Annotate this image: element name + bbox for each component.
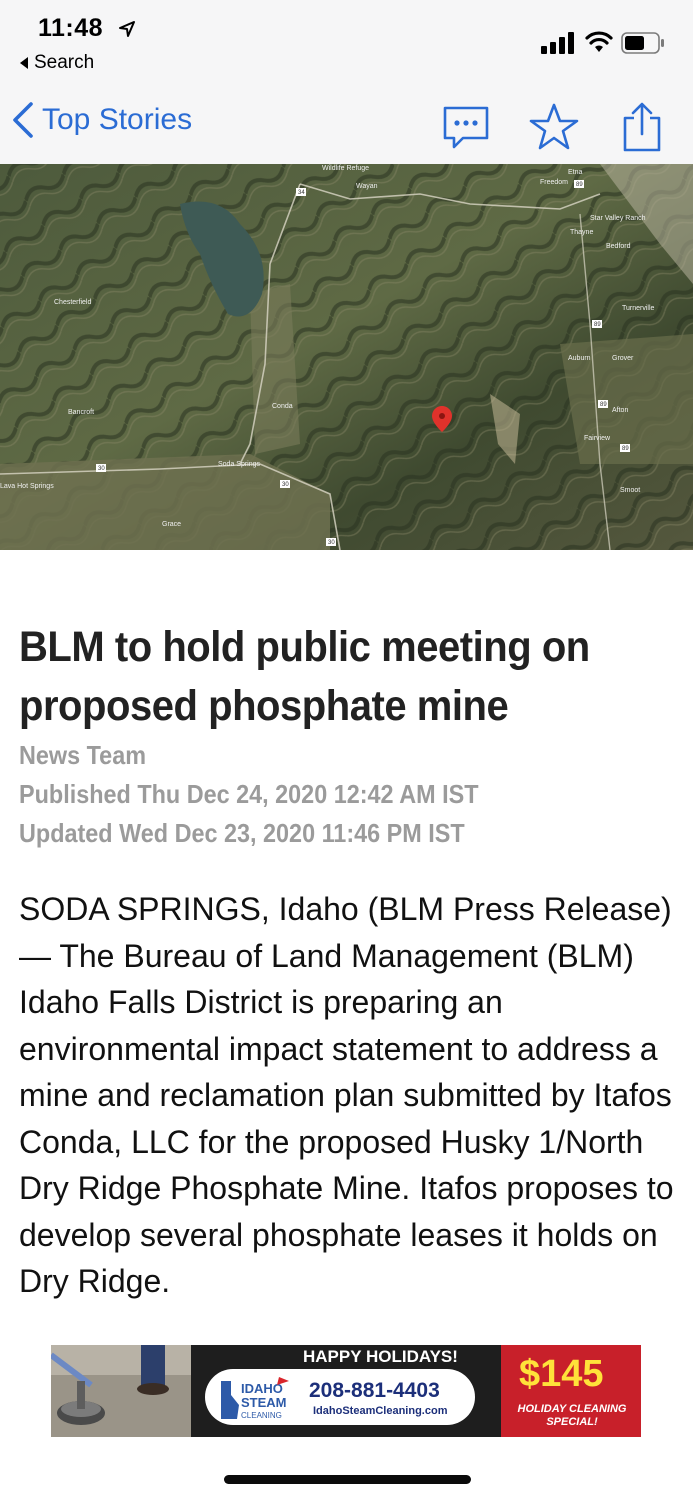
article-published: Published Thu Dec 24, 2020 12:42 AM IST	[19, 779, 479, 809]
advertisement-banner[interactable]: HAPPY HOLIDAYS! IDAHO STEAM CLEANING 208…	[51, 1345, 641, 1437]
map-label: Bedford	[606, 243, 631, 250]
ad-offer-line1: HOLIDAY CLEANING	[517, 1403, 627, 1415]
map-label: Lava Hot Springs	[0, 483, 54, 490]
wifi-icon	[585, 31, 613, 52]
map-label: Soda Springs	[218, 461, 261, 468]
map-label: Smoot	[620, 487, 640, 494]
map-label: Conda	[272, 403, 293, 410]
ad-offer-line2: SPECIAL!	[546, 1416, 598, 1428]
chevron-left-icon	[13, 102, 33, 138]
ad-price: $145	[519, 1353, 604, 1395]
ad-url: IdahoSteamCleaning.com	[313, 1405, 448, 1417]
back-button[interactable]: Top Stories	[10, 100, 192, 140]
idaho-steam-cleaning-logo: IDAHO STEAM CLEANING	[221, 1377, 289, 1420]
map-label: Chesterfield	[54, 299, 91, 306]
map-label: Afton	[612, 407, 628, 414]
map-label: Etna	[568, 169, 583, 176]
back-to-app-label: Search	[34, 52, 95, 73]
ad-headline: HAPPY HOLIDAYS!	[303, 1347, 458, 1366]
location-arrow-icon	[119, 21, 135, 37]
battery-icon	[621, 32, 664, 54]
article-author: News Team	[19, 740, 147, 770]
svg-text:CLEANING: CLEANING	[241, 1411, 282, 1420]
road-number: 89	[594, 322, 601, 328]
map-label: Grace	[162, 521, 181, 528]
road-number: 34	[298, 190, 305, 196]
road-number: 89	[622, 446, 629, 452]
status-bar: 11:48 Search	[0, 0, 693, 80]
share-icon[interactable]	[617, 102, 667, 152]
navigation-bar: Top Stories	[0, 80, 693, 165]
road-number: 89	[576, 182, 583, 188]
road-number: 89	[600, 402, 607, 408]
comment-icon[interactable]	[441, 102, 491, 152]
satellite-map-image: Wildlife Refuge Wayan Freedom Star Valle…	[0, 164, 693, 550]
map-label: Thayne	[570, 229, 593, 236]
road-number: 30	[98, 466, 105, 472]
map-label: Wayan	[356, 183, 378, 190]
star-icon[interactable]	[529, 102, 579, 152]
ad-phone: 208-881-4403	[309, 1379, 440, 1402]
map-label: Wildlife Refuge	[322, 165, 369, 172]
status-time: 11:48	[38, 14, 104, 42]
back-triangle-icon	[20, 57, 28, 69]
map-label: Auburn	[568, 355, 591, 362]
back-to-app-link[interactable]: Search	[20, 52, 94, 74]
road-number: 30	[282, 482, 289, 488]
map-label: Grover	[612, 355, 634, 362]
map-label: Fairview	[584, 435, 611, 442]
article-body: SODA SPRINGS, Idaho (BLM Press Release) …	[19, 891, 674, 1299]
article-headline: BLM to hold public meeting on proposed p…	[19, 623, 590, 730]
back-button-label: Top Stories	[42, 103, 193, 136]
cellular-signal-icon	[541, 32, 574, 54]
svg-text:STEAM: STEAM	[241, 1395, 287, 1410]
map-label: Turnerville	[622, 305, 655, 312]
home-indicator[interactable]	[224, 1475, 471, 1484]
article-updated: Updated Wed Dec 23, 2020 11:46 PM IST	[19, 818, 465, 848]
ad-photo-floor-cleaner	[51, 1345, 191, 1437]
map-label: Star Valley Ranch	[590, 215, 646, 222]
svg-text:IDAHO: IDAHO	[241, 1381, 283, 1396]
road-number: 30	[328, 540, 335, 546]
map-label: Freedom	[540, 179, 568, 186]
map-label: Bancroft	[68, 409, 94, 416]
ad-offer: HOLIDAY CLEANING SPECIAL!	[505, 1403, 639, 1429]
